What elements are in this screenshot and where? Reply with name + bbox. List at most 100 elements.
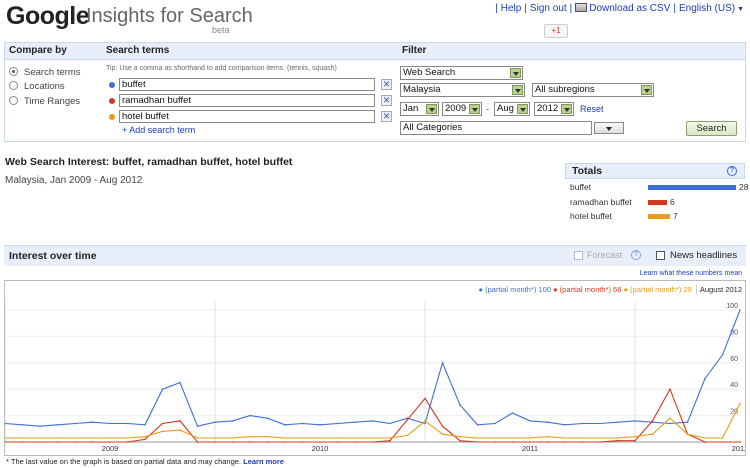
search-terms-heading: Search terms bbox=[106, 45, 170, 56]
compare-by-heading: Compare by bbox=[9, 45, 67, 56]
search-term-input-1[interactable]: buffet bbox=[119, 78, 375, 91]
data-point bbox=[161, 430, 164, 433]
data-point bbox=[546, 421, 549, 423]
from-year-select[interactable]: 2009 bbox=[442, 102, 482, 116]
data-point bbox=[266, 435, 269, 438]
legend-date: August 2012 bbox=[695, 285, 742, 294]
news-headlines-checkbox[interactable] bbox=[656, 251, 665, 260]
sign-out-link[interactable]: Sign out bbox=[530, 3, 567, 14]
beta-label: beta bbox=[212, 25, 230, 35]
data-point bbox=[266, 417, 269, 419]
radio-locations[interactable]: Locations bbox=[9, 81, 65, 92]
data-point bbox=[599, 422, 601, 425]
totals-value-buffet: 28 bbox=[739, 182, 749, 192]
remove-term-icon[interactable]: ✕ bbox=[381, 111, 392, 122]
page-title: Web Search Interest: buffet, ramadhan bu… bbox=[5, 156, 293, 168]
learn-more-link[interactable]: Learn more bbox=[243, 457, 284, 466]
legend-hotel: ● (partial month*) 29 bbox=[623, 285, 692, 294]
news-headlines-label: News headlines bbox=[670, 250, 738, 261]
from-month-select[interactable]: Jan bbox=[400, 102, 439, 116]
data-point bbox=[616, 437, 619, 439]
data-point bbox=[459, 404, 461, 406]
interest-chart[interactable]: 200920102011201210080604020 bbox=[5, 300, 745, 455]
data-point bbox=[529, 420, 531, 422]
y-tick-label: 60 bbox=[730, 356, 738, 363]
data-point bbox=[319, 441, 321, 443]
data-point bbox=[249, 414, 251, 417]
data-point bbox=[371, 441, 374, 443]
x-tick-label: 2012 bbox=[732, 444, 745, 453]
data-point bbox=[494, 437, 496, 439]
category-dropdown-button[interactable] bbox=[594, 122, 624, 134]
data-point bbox=[301, 441, 304, 443]
category-select[interactable]: All Categories bbox=[400, 121, 592, 135]
dropdown-arrow-icon bbox=[641, 85, 652, 95]
term-color-dot bbox=[109, 98, 115, 104]
remove-term-icon[interactable]: ✕ bbox=[381, 95, 392, 106]
data-point bbox=[371, 437, 374, 439]
data-point bbox=[616, 439, 619, 442]
data-point bbox=[441, 425, 444, 427]
data-point bbox=[109, 441, 111, 443]
help-link[interactable]: Help bbox=[501, 3, 522, 14]
search-button[interactable]: Search bbox=[686, 121, 737, 136]
add-search-term-link[interactable]: + Add search term bbox=[122, 125, 195, 135]
data-point bbox=[564, 424, 566, 426]
date-range-dash: - bbox=[486, 104, 489, 114]
x-tick-label: 2009 bbox=[102, 444, 119, 453]
help-icon[interactable]: ? bbox=[727, 166, 737, 176]
totals-label-hotel: hotel buffet bbox=[570, 211, 612, 221]
to-year-select[interactable]: 2012 bbox=[534, 102, 574, 116]
data-point bbox=[214, 437, 216, 439]
radio-time-ranges[interactable]: Time Ranges bbox=[9, 96, 80, 107]
data-point bbox=[389, 439, 391, 442]
subregion-select[interactable]: All subregions bbox=[532, 83, 654, 97]
data-point bbox=[511, 441, 514, 443]
dropdown-arrow-icon bbox=[517, 104, 528, 114]
data-point bbox=[476, 437, 479, 439]
dropdown-arrow-icon bbox=[426, 104, 437, 114]
forecast-checkbox[interactable] bbox=[574, 251, 583, 260]
data-point bbox=[651, 420, 654, 422]
data-point bbox=[109, 437, 111, 439]
data-point bbox=[91, 437, 94, 439]
download-csv-link[interactable]: Download as CSV bbox=[589, 3, 670, 14]
data-point bbox=[546, 435, 549, 438]
x-tick-label: 2010 bbox=[312, 444, 329, 453]
data-point bbox=[424, 397, 426, 400]
data-point bbox=[214, 441, 216, 443]
radio-search-terms[interactable]: Search terms bbox=[9, 67, 81, 78]
data-point bbox=[91, 421, 94, 423]
data-point bbox=[441, 362, 444, 364]
data-point bbox=[161, 422, 164, 425]
search-term-input-2[interactable]: ramadhan buffet bbox=[119, 94, 375, 107]
data-point bbox=[494, 422, 496, 425]
data-point bbox=[581, 422, 584, 425]
data-point bbox=[336, 441, 339, 443]
data-point bbox=[179, 429, 181, 431]
top-links: | Help | Sign out | Download as CSV | English (… bbox=[495, 3, 744, 14]
data-point bbox=[529, 441, 531, 443]
to-month-select[interactable]: Aug bbox=[494, 102, 530, 116]
data-point bbox=[739, 441, 741, 443]
remove-term-icon[interactable]: ✕ bbox=[381, 79, 392, 90]
country-select[interactable]: Malaysia bbox=[400, 83, 525, 97]
search-type-select[interactable]: Web Search bbox=[400, 66, 523, 80]
learn-numbers-link[interactable]: Learn what these numbers mean bbox=[640, 270, 742, 277]
reset-link[interactable]: Reset bbox=[580, 104, 604, 114]
data-point bbox=[196, 425, 199, 427]
plus-one-button[interactable]: +1 bbox=[544, 24, 568, 38]
search-term-input-3[interactable]: hotel buffet bbox=[119, 110, 375, 123]
data-point bbox=[196, 437, 199, 439]
data-point bbox=[284, 424, 286, 426]
data-point bbox=[581, 441, 584, 443]
google-logo[interactable]: Google bbox=[6, 2, 90, 31]
data-point bbox=[704, 441, 706, 443]
radio-icon bbox=[9, 67, 18, 76]
data-point bbox=[511, 437, 514, 439]
data-point bbox=[161, 388, 164, 390]
help-icon[interactable]: ? bbox=[631, 250, 641, 260]
data-point bbox=[56, 424, 59, 426]
data-point bbox=[249, 435, 251, 438]
language-link[interactable]: English (US) bbox=[679, 3, 735, 14]
